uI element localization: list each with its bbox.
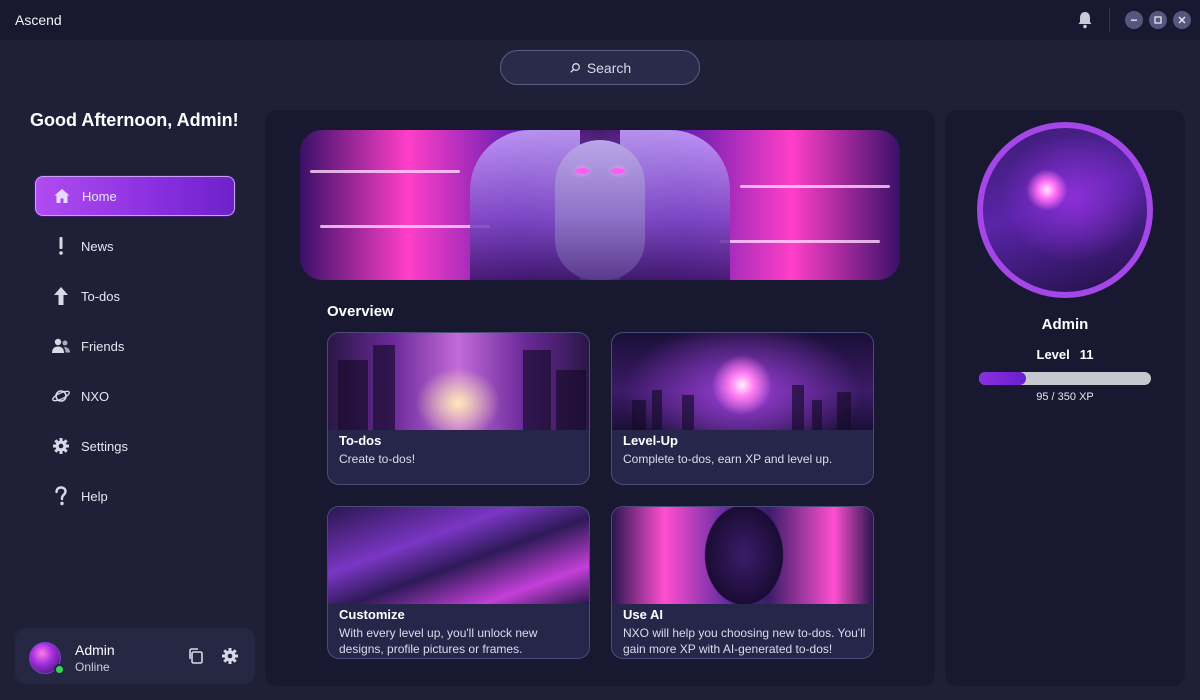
sidebar-item-label: Friends [81, 338, 125, 354]
search-icon [570, 62, 580, 73]
minimize-icon [1131, 19, 1137, 21]
minimize-button[interactable] [1125, 11, 1143, 29]
arrow-up-icon [51, 286, 71, 306]
card-customize[interactable]: Customize With every level up, you'll un… [327, 506, 590, 659]
user-settings-gear-icon[interactable] [221, 647, 239, 665]
card-description: Create to-dos! [339, 452, 416, 466]
user-card: Admin Online [15, 628, 255, 684]
question-icon [51, 486, 71, 506]
close-icon [1178, 16, 1186, 24]
sidebar-item-label: To-dos [81, 288, 121, 304]
card-image [612, 333, 873, 430]
level-label: Level [1036, 347, 1070, 362]
card-title: To-dos [339, 433, 382, 448]
titlebar-divider [1109, 8, 1110, 32]
sidebar-item-label: NXO [81, 388, 110, 404]
sidebar-nav: Home News To-dos Friends NXO Settings He… [35, 176, 235, 526]
planet-icon [51, 386, 71, 406]
card-title: Level-Up [623, 433, 678, 448]
xp-progress-fill [979, 372, 1026, 385]
profile-picture[interactable] [977, 122, 1153, 298]
card-image [612, 507, 873, 604]
sidebar-item-nxo[interactable]: NXO [35, 376, 235, 416]
app-window: Ascend Search Good Afternoon, Admin! Hom… [0, 0, 1200, 700]
online-status-dot [54, 664, 65, 675]
hero-banner-image [300, 130, 900, 280]
sidebar-item-label: News [81, 238, 114, 254]
sidebar-item-help[interactable]: Help [35, 476, 235, 516]
card-level-up[interactable]: Level-Up Complete to-dos, earn XP and le… [611, 332, 874, 485]
friends-icon [51, 336, 71, 356]
sidebar-item-settings[interactable]: Settings [35, 426, 235, 466]
card-title: Customize [339, 607, 405, 622]
card-use-ai[interactable]: Use AI NXO will help you choosing new to… [611, 506, 874, 659]
profile-name: Admin [1041, 316, 1089, 333]
exclamation-icon [51, 236, 71, 256]
copy-icon[interactable] [187, 647, 205, 665]
maximize-icon [1154, 16, 1162, 24]
bell-icon[interactable] [1075, 10, 1095, 30]
overview-title: Overview [327, 303, 394, 320]
title-bar: Ascend [0, 0, 1200, 40]
sidebar-item-news[interactable]: News [35, 226, 235, 266]
app-title: Ascend [15, 12, 62, 28]
level-value: 11 [1079, 347, 1094, 362]
maximize-button[interactable] [1149, 11, 1167, 29]
gear-icon [51, 436, 71, 456]
card-description: With every level up, you'll unlock new d… [339, 626, 538, 656]
sidebar-item-friends[interactable]: Friends [35, 326, 235, 366]
sidebar-item-todos[interactable]: To-dos [35, 276, 235, 316]
sidebar-item-label: Home [82, 188, 117, 204]
main-panel: Overview To-dos Create to-dos! Level-Up … [265, 110, 935, 686]
sidebar-item-label: Settings [81, 438, 128, 454]
home-icon [52, 186, 72, 206]
profile-panel: Admin Level 11 95 / 350 XP [945, 110, 1185, 686]
card-description: Complete to-dos, earn XP and level up. [623, 452, 833, 466]
sidebar-item-home[interactable]: Home [35, 176, 235, 216]
level-indicator: Level 11 [945, 347, 1185, 362]
card-image [328, 507, 589, 604]
user-name: Admin [75, 642, 115, 658]
xp-progress-bar [979, 372, 1151, 385]
greeting-title: Good Afternoon, Admin! [30, 110, 239, 130]
sidebar-item-label: Help [81, 488, 108, 504]
search-button[interactable]: Search [500, 50, 700, 85]
search-label: Search [586, 59, 632, 76]
xp-text: 95 / 350 XP [1036, 391, 1094, 403]
card-description: NXO will help you choosing new to-dos. Y… [623, 626, 866, 656]
user-status: Online [75, 660, 110, 674]
close-button[interactable] [1173, 11, 1191, 29]
card-todos[interactable]: To-dos Create to-dos! [327, 332, 590, 485]
card-title: Use AI [623, 607, 663, 622]
card-image [328, 333, 589, 430]
